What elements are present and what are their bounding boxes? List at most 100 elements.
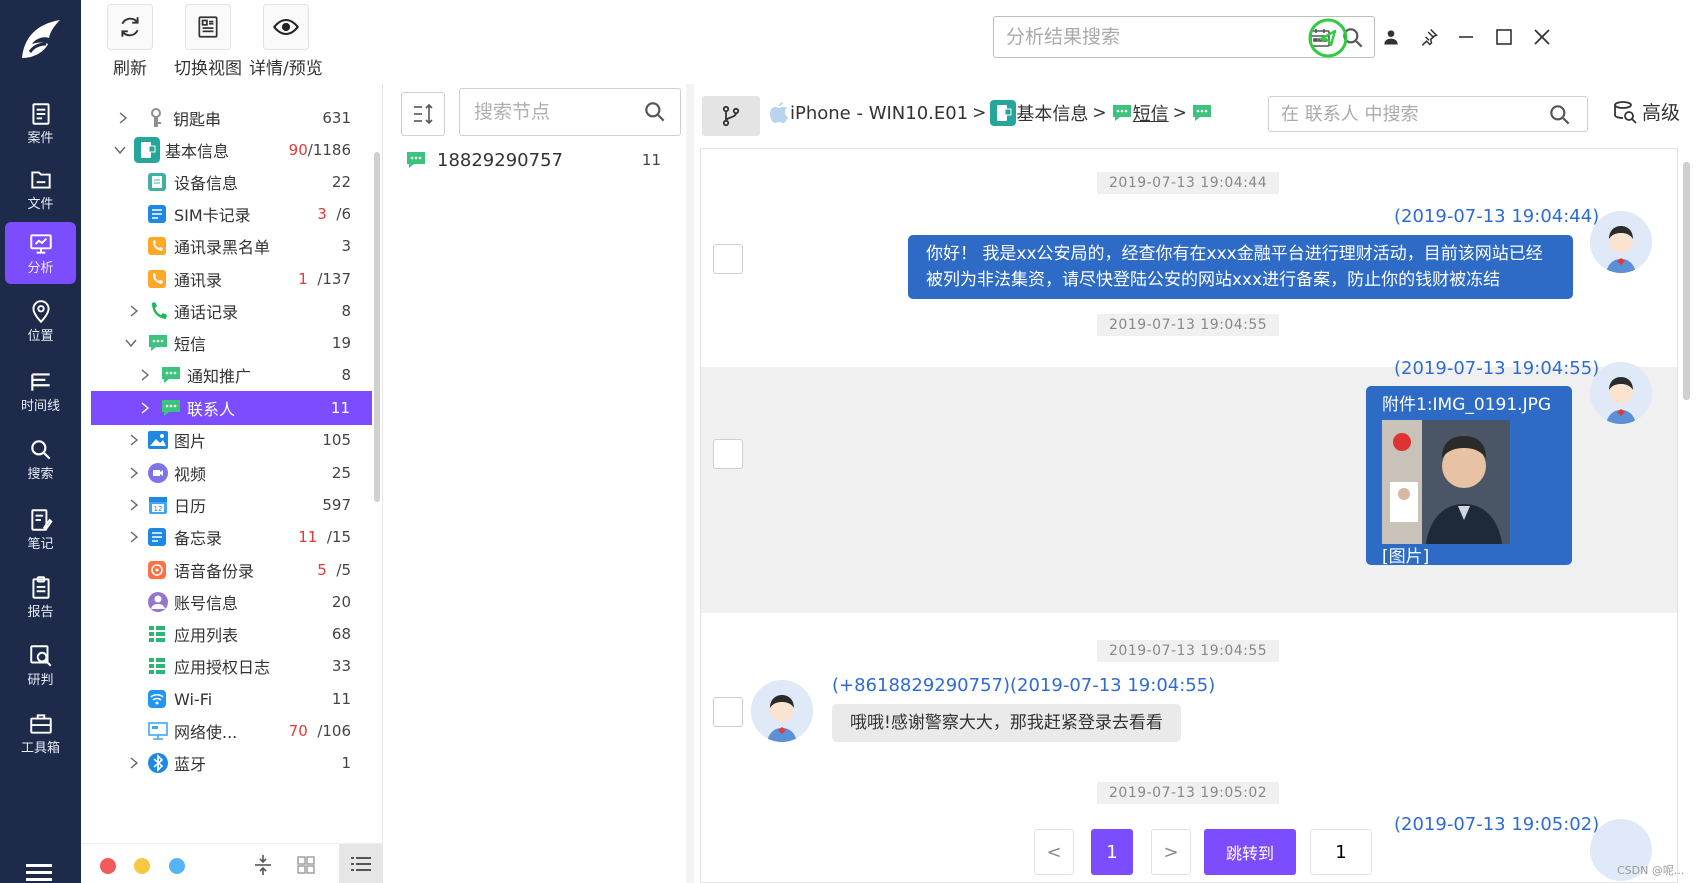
tree-item-bluetooth[interactable]: 蓝牙 1 (91, 746, 361, 780)
tree-item-voice-backup[interactable]: 语音备份录 5 /5 (91, 553, 361, 587)
nav-report[interactable]: 报告 (5, 566, 76, 628)
toolbox-icon (29, 713, 52, 734)
node-panel: 18829290757 11 (395, 84, 685, 883)
tree-item-videos[interactable]: 视频 25 (91, 456, 361, 490)
chevron-down-icon[interactable] (113, 143, 127, 157)
nav-judge[interactable]: 研判 (5, 634, 76, 696)
tree-item-basic-info[interactable]: 基本信息 90/1186 (91, 133, 361, 167)
tree-item-notifications[interactable]: 通知推广 8 (91, 358, 361, 392)
refresh-button[interactable]: 刷新 (107, 4, 153, 79)
message-time[interactable]: (2019-07-13 19:04:44) (1394, 206, 1599, 227)
tree-item-wifi[interactable]: Wi-Fi 11 (91, 682, 361, 716)
breadcrumb-basic-info[interactable]: 基本信息 (1016, 100, 1088, 126)
sort-button[interactable] (401, 92, 445, 136)
message-time[interactable]: (2019-07-13 19:05:02) (1394, 814, 1599, 835)
message-scrollbar[interactable] (1683, 162, 1690, 400)
message-bubble-outgoing[interactable]: 你好！ 我是xx公安局的，经查你有在xxx金融平台进行理财活动，目前该网站已经 … (908, 235, 1573, 299)
tree-item-device-info[interactable]: 设备信息 22 (91, 165, 361, 199)
tree-item-count: 105 (322, 431, 351, 449)
chevron-right-icon[interactable] (127, 466, 141, 480)
collapse-icon[interactable] (252, 854, 274, 876)
branch-button[interactable] (702, 96, 760, 136)
analysis-search-input[interactable] (1006, 26, 1306, 48)
chevron-right-icon[interactable] (116, 111, 130, 125)
tree-item-sms[interactable]: 短信 19 (91, 326, 361, 360)
nav-judge-label: 研判 (27, 672, 54, 688)
advanced-search-button[interactable]: 高级 (1612, 98, 1680, 125)
nav-timeline[interactable]: 时间线 (5, 360, 76, 422)
police-avatar-icon (1590, 362, 1652, 424)
prev-page-button[interactable]: < (1034, 829, 1074, 875)
message-text: 哦哦!感谢警察大大，那我赶紧登录去看看 (850, 713, 1163, 733)
panel-divider[interactable] (686, 84, 694, 883)
message-time[interactable]: (+8618829290757)(2019-07-13 19:04:55) (832, 675, 1215, 696)
chevron-right-icon[interactable] (127, 756, 141, 770)
chevron-right-icon[interactable] (127, 433, 141, 447)
message-bubble-attachment[interactable]: 附件1:IMG_0191.JPG [图片] (1366, 386, 1572, 567)
chevron-down-icon[interactable] (124, 336, 138, 350)
message-time[interactable]: (2019-07-13 19:04:55) (1394, 358, 1599, 379)
chevron-right-icon[interactable] (138, 401, 152, 415)
node-search-input[interactable] (474, 101, 644, 123)
sort-icon (414, 103, 433, 125)
user-icon[interactable] (1378, 24, 1404, 50)
nav-toolbox[interactable]: 工具箱 (5, 702, 76, 764)
nav-file[interactable]: 文件 (5, 158, 76, 220)
tree-item-sim-records[interactable]: SIM卡记录 3 /6 (91, 197, 361, 231)
chevron-right-icon[interactable] (127, 530, 141, 544)
tree-scrollbar[interactable] (374, 152, 380, 502)
message-checkbox[interactable] (713, 697, 743, 727)
search-icon[interactable] (1547, 102, 1573, 128)
pin-icon[interactable] (1416, 24, 1442, 50)
page-number-input[interactable] (1310, 829, 1372, 875)
tree-item-contacts[interactable]: 通讯录 1 /137 (91, 262, 361, 296)
tree-item-memo[interactable]: 备忘录 11 /15 (91, 520, 361, 554)
page-1-button[interactable]: 1 (1091, 829, 1133, 875)
tree-item-network-usage[interactable]: 网络使... 70 /106 (91, 714, 361, 748)
red-dot-icon[interactable] (100, 858, 116, 874)
nav-location[interactable]: 位置 (5, 290, 76, 352)
jump-to-button[interactable]: 跳转到 (1204, 829, 1296, 875)
blue-dot-icon[interactable] (169, 858, 185, 874)
nav-note[interactable]: 笔记 (5, 498, 76, 560)
menu-icon[interactable] (26, 862, 52, 882)
tree-item-app-list[interactable]: 应用列表 68 (91, 617, 361, 651)
breadcrumb-sms[interactable]: 短信 (1133, 100, 1169, 126)
nav-case[interactable]: 案件 (5, 92, 76, 154)
grid-view-icon[interactable] (296, 855, 316, 875)
search-icon[interactable] (642, 99, 668, 125)
list-view-button[interactable] (339, 844, 383, 883)
message-checkbox[interactable] (713, 439, 743, 469)
breadcrumb-device[interactable]: iPhone - WIN10.E01 (790, 103, 968, 124)
tree-item-call-log[interactable]: 通话记录 8 (91, 294, 361, 328)
tree-item-count: 20 (331, 593, 351, 611)
minimize-icon[interactable] (1453, 24, 1479, 50)
tree-item-account-info[interactable]: 账号信息 20 (91, 585, 361, 619)
node-item[interactable]: 18829290757 11 (405, 144, 665, 176)
nav-analysis[interactable]: 分析 (5, 222, 76, 284)
yellow-dot-icon[interactable] (134, 858, 150, 874)
message-search-input[interactable] (1281, 103, 1551, 125)
tree-item-contact-person[interactable]: 联系人 11 (91, 391, 372, 425)
tree-item-label: 通知推广 (187, 367, 252, 386)
message-bubble-incoming[interactable]: 哦哦!感谢警察大大，那我赶紧登录去看看 (832, 704, 1181, 742)
memo-icon (148, 528, 166, 546)
shield-status-icon[interactable] (1307, 17, 1349, 59)
attachment-image[interactable] (1382, 420, 1510, 544)
tree-item-app-auth-log[interactable]: 应用授权日志 33 (91, 649, 361, 683)
tree-item-pictures[interactable]: 图片 105 (91, 423, 361, 457)
chevron-right-icon[interactable] (127, 304, 141, 318)
detail-preview-button[interactable]: 详情/预览 (249, 4, 323, 79)
next-page-button[interactable]: > (1151, 829, 1191, 875)
tree-item-contact-blacklist[interactable]: 通讯录黑名单 3 (91, 229, 361, 263)
close-icon[interactable] (1529, 24, 1555, 50)
chevron-right-icon[interactable] (138, 368, 152, 382)
tree-item-keychain[interactable]: 钥匙串 631 (91, 101, 361, 135)
maximize-icon[interactable] (1491, 24, 1517, 50)
chevron-right-icon[interactable] (127, 498, 141, 512)
police-avatar-icon (751, 680, 813, 742)
switch-view-button[interactable]: 切换视图 (174, 4, 242, 79)
message-checkbox[interactable] (713, 244, 743, 274)
tree-item-calendar[interactable]: 12 日历 597 (91, 488, 361, 522)
nav-search[interactable]: 搜索 (5, 428, 76, 490)
